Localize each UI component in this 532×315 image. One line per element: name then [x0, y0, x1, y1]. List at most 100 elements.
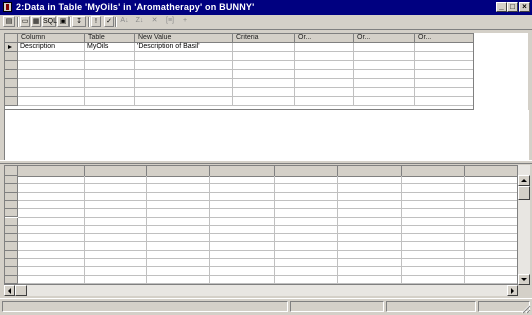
- remove-filter-button[interactable]: ✕: [148, 16, 161, 27]
- horizontal-scroll-thumb[interactable]: [15, 285, 27, 296]
- results-column-header[interactable]: [465, 166, 517, 176]
- toolbar-separator: [115, 17, 117, 27]
- criteria-cell[interactable]: Description: [20, 43, 55, 51]
- results-column-header[interactable]: [147, 166, 210, 176]
- grid-column-line: [414, 43, 415, 106]
- grid-row-line: [18, 191, 517, 193]
- criteria-row-selector[interactable]: [5, 88, 18, 97]
- grid-column-line: [294, 43, 295, 106]
- criteria-column-header[interactable]: Or...: [415, 34, 473, 42]
- criteria-column-header[interactable]: Or...: [295, 34, 354, 42]
- results-row-selector[interactable]: [5, 225, 18, 235]
- grid-column-line: [84, 176, 85, 284]
- grid-row-line: [18, 266, 517, 268]
- results-row-selector[interactable]: [5, 209, 18, 218]
- results-column-header[interactable]: [275, 166, 338, 176]
- results-grid-header: [5, 166, 517, 177]
- grid-row-line: [18, 282, 517, 284]
- add-table-button[interactable]: +: [180, 16, 190, 27]
- results-row-selector[interactable]: [5, 234, 18, 243]
- grid-column-line: [209, 176, 210, 284]
- criteria-row-selector[interactable]: [5, 97, 18, 106]
- grid-row-line: [18, 60, 473, 61]
- results-row-selector[interactable]: [5, 200, 18, 210]
- criteria-pane-filler: [474, 33, 528, 110]
- criteria-cell[interactable]: MyOils: [87, 43, 108, 51]
- results-column-header[interactable]: [210, 166, 275, 176]
- results-column-header[interactable]: [85, 166, 147, 176]
- results-column-header[interactable]: [338, 166, 402, 176]
- grid-column-line: [337, 176, 338, 284]
- grid-column-line: [464, 176, 465, 284]
- grid-row-line: [18, 258, 517, 259]
- grid-column-line: [134, 43, 135, 106]
- results-row-selector[interactable]: [5, 267, 18, 276]
- horizontal-scrollbar[interactable]: [4, 285, 518, 296]
- grid-row-line: [18, 199, 517, 201]
- grid-column-line: [232, 43, 233, 106]
- sort-ascending-button[interactable]: A↓: [118, 16, 131, 27]
- criteria-column-header[interactable]: New Value: [135, 34, 233, 42]
- grid-row-line: [18, 274, 517, 276]
- toolbar-separator: [88, 17, 90, 27]
- criteria-row-selector[interactable]: [5, 52, 18, 61]
- results-grid-corner[interactable]: [5, 166, 18, 176]
- change-query-type-button[interactable]: ↧: [72, 16, 86, 27]
- minimize-button[interactable]: _: [496, 2, 507, 12]
- criteria-grid-corner[interactable]: [5, 34, 18, 43]
- sql-pane-button[interactable]: SQL: [42, 16, 57, 27]
- grid-row-line: [18, 96, 473, 97]
- grid-pane-button[interactable]: ▦: [31, 16, 41, 27]
- criteria-row-selector[interactable]: [5, 70, 18, 79]
- diagram-pane-button[interactable]: ▭: [20, 16, 30, 27]
- criteria-row-selector[interactable]: [5, 43, 18, 52]
- toolbar-separator: [17, 17, 19, 27]
- grid-row-line: [18, 233, 517, 235]
- criteria-row-selector[interactable]: [5, 61, 18, 70]
- group-by-button[interactable]: [≡]: [163, 16, 177, 27]
- resize-grip-icon[interactable]: [521, 304, 531, 314]
- results-row-selector[interactable]: [5, 176, 18, 185]
- results-row-selector[interactable]: [5, 259, 18, 268]
- grid-column-line: [146, 176, 147, 284]
- results-row-selector[interactable]: [5, 242, 18, 251]
- maximize-button[interactable]: □: [507, 2, 518, 12]
- toolbar: ▤ ▭ ▦ SQL ▣ ↧! ✓ A↓ Z↓ ✕ [≡] +: [0, 15, 532, 30]
- results-row-selector[interactable]: [5, 250, 18, 259]
- app-icon: [3, 2, 12, 12]
- grid-row-line: [18, 51, 473, 52]
- results-grid[interactable]: [4, 165, 518, 285]
- scroll-up-button[interactable]: [518, 175, 530, 186]
- grid-row-line: [18, 183, 517, 185]
- verify-sql-button[interactable]: ✓: [104, 16, 114, 27]
- criteria-grid[interactable]: Column Table New Value Criteria Or... Or... Or…: [4, 33, 474, 110]
- criteria-column-header[interactable]: Or...: [354, 34, 415, 42]
- title-bar[interactable]: 2:Data in Table 'MyOils' in 'Aromatherap…: [0, 0, 532, 15]
- criteria-column-header[interactable]: Criteria: [233, 34, 295, 42]
- criteria-row-selector[interactable]: [5, 79, 18, 88]
- results-row-selector[interactable]: [5, 217, 18, 226]
- grid-column-line: [84, 43, 85, 106]
- scroll-down-button[interactable]: [518, 274, 530, 285]
- criteria-column-header[interactable]: Column: [18, 34, 85, 42]
- results-row-selector[interactable]: [5, 184, 18, 193]
- results-row-selector[interactable]: [5, 275, 18, 284]
- grid-row-line: [18, 216, 517, 218]
- close-button[interactable]: ×: [519, 2, 530, 12]
- criteria-column-header[interactable]: Table: [85, 34, 135, 42]
- results-column-header[interactable]: [402, 166, 465, 176]
- scroll-right-button[interactable]: [507, 285, 518, 296]
- pane-splitter[interactable]: [0, 160, 532, 164]
- vertical-scrollbar[interactable]: [518, 165, 530, 285]
- results-column-header[interactable]: [18, 166, 85, 176]
- sort-descending-button[interactable]: Z↓: [133, 16, 146, 27]
- criteria-pane-background: [4, 110, 529, 160]
- run-button[interactable]: !: [91, 16, 101, 27]
- scroll-left-button[interactable]: [4, 285, 15, 296]
- criteria-cell[interactable]: 'Description of Basil': [137, 43, 200, 51]
- results-pane-button[interactable]: ▣: [57, 16, 69, 27]
- properties-button[interactable]: ▤: [3, 16, 15, 27]
- grid-row-line: [18, 78, 473, 79]
- vertical-scroll-thumb[interactable]: [518, 186, 530, 200]
- results-row-selector[interactable]: [5, 192, 18, 201]
